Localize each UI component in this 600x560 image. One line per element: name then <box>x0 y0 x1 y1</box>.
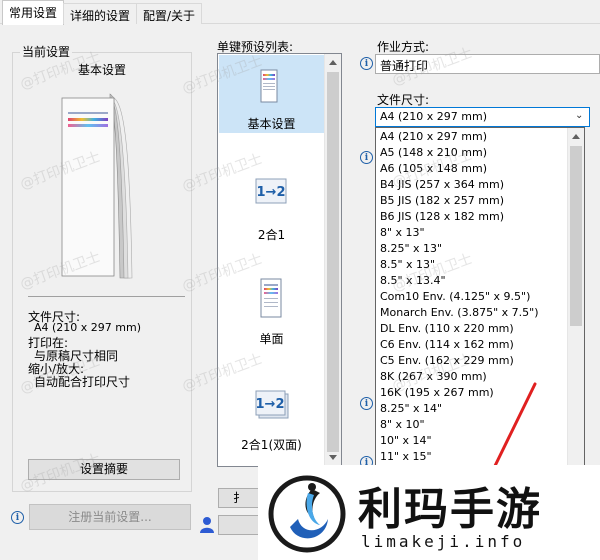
preset-label: 单面 <box>259 332 284 346</box>
brand-title: 利玛手游 <box>358 484 542 535</box>
list-item[interactable]: A4 (210 x 297 mm) <box>377 129 564 145</box>
info-icon: i <box>360 397 373 410</box>
user-icon <box>200 516 214 534</box>
tab-label: 常用设置 <box>9 6 58 20</box>
tab-common-settings[interactable]: 常用设置 <box>2 0 65 25</box>
info-icon: i <box>11 511 24 524</box>
tab-label: 配置/关于 <box>143 9 196 23</box>
preset-list-scrollbar[interactable] <box>324 54 341 466</box>
divider <box>28 296 185 297</box>
scroll-up-icon[interactable] <box>329 60 337 65</box>
register-settings-button[interactable]: 注册当前设置... <box>29 504 191 530</box>
brand-overlay: 利玛手游 limakeji.info <box>258 465 600 560</box>
info-icon: i <box>360 151 373 164</box>
scroll-down-icon[interactable] <box>329 455 337 460</box>
tab-label: 详细的设置 <box>70 9 131 23</box>
document-icon <box>260 278 282 318</box>
brand-domain: limakeji.info <box>361 532 526 551</box>
tab-detailed-settings[interactable]: 详细的设置 <box>63 3 138 24</box>
list-item[interactable]: Monarch Env. (3.875" x 7.5") <box>377 305 564 321</box>
preset-label: 2合1(双面) <box>241 438 302 452</box>
chevron-down-icon[interactable]: ⌄ <box>575 110 583 121</box>
preset-add-button[interactable]: 扌 <box>218 488 260 508</box>
list-item[interactable]: 8" x 13" <box>377 225 564 241</box>
scroll-thumb[interactable] <box>327 72 339 452</box>
paper-size-select[interactable]: A4 (210 x 297 mm) ⌄ <box>375 107 590 127</box>
list-item[interactable]: DL Env. (110 x 220 mm) <box>377 321 564 337</box>
preset-item-single[interactable]: 单面 <box>219 272 324 352</box>
paper-size-value: A4 (210 x 297 mm) <box>34 321 142 334</box>
svg-text:1→2: 1→2 <box>257 185 286 200</box>
svg-text:1→2: 1→2 <box>256 397 285 412</box>
info-icon: i <box>360 57 373 70</box>
document-icon <box>260 69 278 103</box>
button-label: 扌 <box>232 491 245 505</box>
two-up-icon: 1→2 <box>255 390 289 419</box>
paper-size-field-label: 文件尺寸: <box>377 93 430 107</box>
two-up-icon: 1→2 <box>255 178 287 204</box>
list-item[interactable]: B6 JIS (128 x 182 mm) <box>377 209 564 225</box>
job-type-label: 作业方式: <box>377 40 430 54</box>
list-item[interactable]: C6 Env. (114 x 162 mm) <box>377 337 564 353</box>
preset-secondary-button[interactable] <box>218 515 260 535</box>
brand-logo-icon <box>268 475 346 553</box>
paper-size-selected-text: A4 (210 x 297 mm) <box>380 110 488 123</box>
list-item[interactable]: B5 JIS (182 x 257 mm) <box>377 193 564 209</box>
preset-label: 2合1 <box>257 228 286 242</box>
scroll-thumb[interactable] <box>570 146 582 326</box>
scroll-up-icon[interactable] <box>572 134 580 139</box>
dropdown-scrollbar[interactable] <box>567 128 584 466</box>
preset-label: 基本设置 <box>247 117 296 131</box>
preset-item-2in1-duplex[interactable]: 1→2 2合1(双面) <box>219 384 324 464</box>
tab-config-about[interactable]: 配置/关于 <box>136 3 203 24</box>
